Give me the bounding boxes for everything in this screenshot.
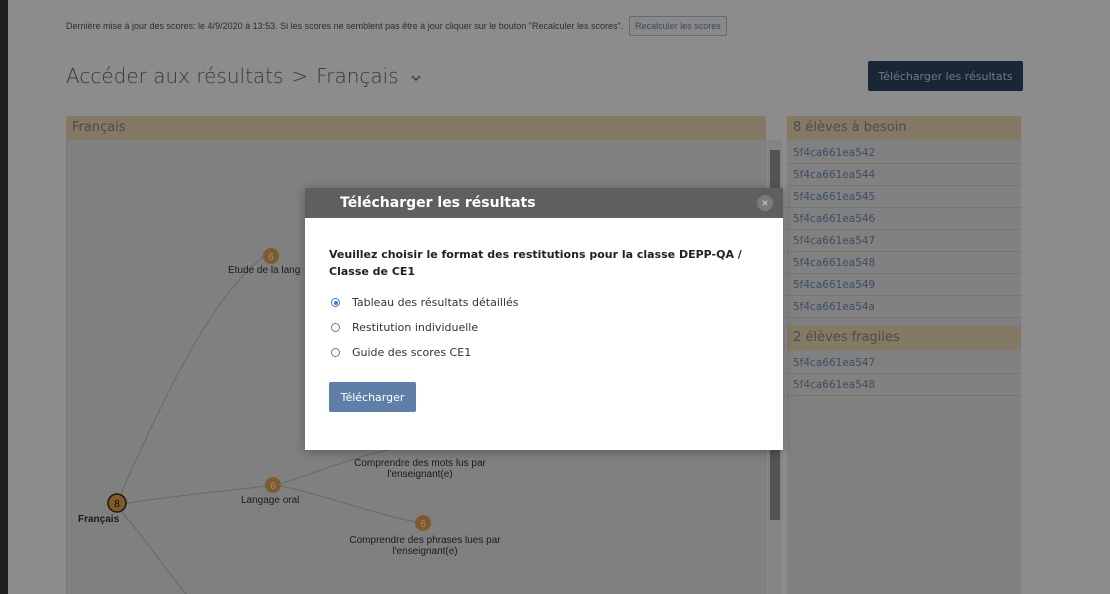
option-scores-guide[interactable]: Guide des scores CE1 [331,346,471,359]
option-label: Tableau des résultats détaillés [352,296,519,309]
format-question: Veuillez choisir le format des restituti… [329,248,742,278]
close-icon[interactable]: × [757,195,773,211]
results-page: Dernière mise à jour des scores: le 4/9/… [0,0,1110,594]
radio-button[interactable] [331,323,340,332]
modal-title: Télécharger les résultats [340,195,536,211]
download-modal: Télécharger les résultats × Veuillez cho… [305,188,783,450]
radio-button[interactable] [331,298,340,307]
option-label: Restitution individuelle [352,321,479,334]
radio-button[interactable] [331,348,340,357]
download-button[interactable]: Télécharger [329,382,416,412]
modal-header: Télécharger les résultats × [305,188,783,218]
option-detailed-table[interactable]: Tableau des résultats détaillés [331,296,519,309]
option-individual[interactable]: Restitution individuelle [331,321,478,334]
option-label: Guide des scores CE1 [352,346,472,359]
